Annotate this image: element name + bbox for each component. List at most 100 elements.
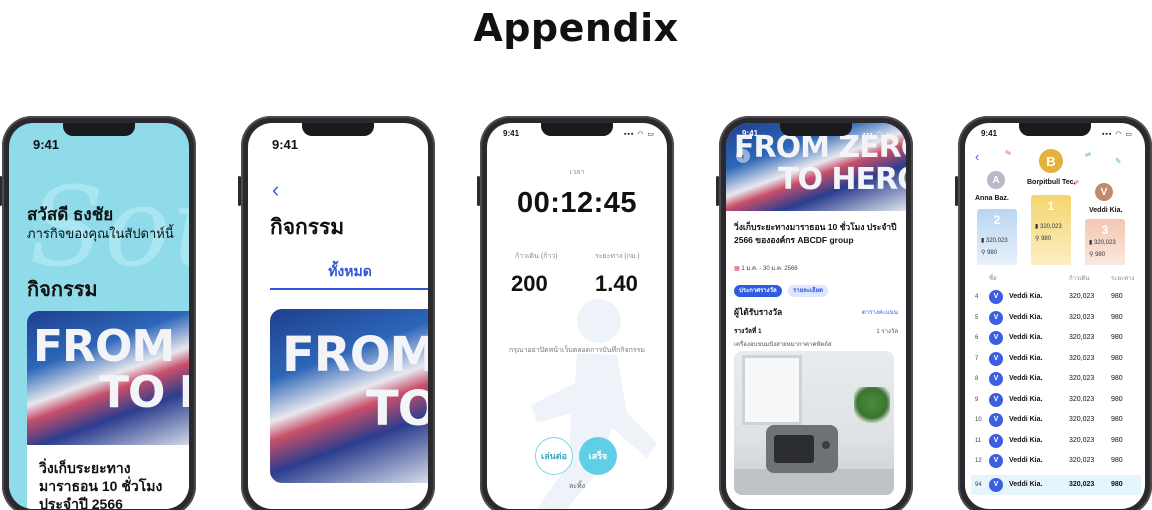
status-icons: ▪▪▪ ◠ ▭	[1101, 131, 1133, 138]
tracker-screen: 9:41 ▪▪▪ ◠ ▭ เวลา 00:12:45 ก้าวเดิน (ก้า…	[487, 123, 667, 509]
distance-value: 980	[1111, 395, 1123, 403]
avatar-rank-1[interactable]: B	[1037, 147, 1065, 175]
podium-score: ▮ 320,023	[1035, 223, 1062, 230]
avatar-rank-3[interactable]: V	[1093, 181, 1115, 203]
confetti-decoration	[1114, 157, 1122, 164]
steps-value: 320,023	[1069, 334, 1095, 341]
avatar: V	[989, 372, 1003, 386]
steps-value: 320,023	[1069, 480, 1095, 488]
distance-icon: ⚲	[1035, 236, 1040, 242]
podium-rank-3: 3 ▮ 320,023 ⚲ 980	[1085, 219, 1125, 265]
status-time: 9:41	[503, 129, 520, 138]
event-date: ▦ 1 ม.ค. - 30 ม.ค. 2566	[734, 263, 798, 273]
podium-distance: ⚲ 980	[1089, 251, 1105, 258]
notch	[63, 123, 135, 136]
column-header-distance: ระยะทาง	[1111, 276, 1135, 282]
section-title-activities: กิจกรรม	[27, 279, 98, 301]
steps-value: 320,023	[1069, 416, 1095, 423]
rank-number: 6	[975, 335, 979, 341]
leaderboard-link[interactable]: ตารางคะแนน	[862, 307, 898, 317]
banner-line1: FROM ZERO	[282, 327, 428, 383]
avatar: V	[989, 351, 1003, 366]
table-row-current-user[interactable]: 94 V Veddi Kia. 320,023 980	[971, 474, 1141, 495]
podium-distance-value: 980	[987, 250, 998, 256]
podium-score-value: 320,023	[985, 238, 1008, 244]
event-banner[interactable]: FROM ZERO TO HERO	[27, 311, 189, 447]
table-row[interactable]: 8 V Veddi Kia. 320,023 980	[971, 369, 1141, 390]
podium-score: ▮ 320,023	[981, 237, 1008, 244]
podium-score-value: 320,023	[1039, 224, 1062, 230]
distance-value: 980	[1111, 375, 1123, 382]
steps-value: 320,023	[1069, 375, 1095, 382]
rank-number: 11	[975, 437, 982, 444]
podium-distance: ⚲ 980	[981, 249, 997, 256]
leaderboard-list: 4 V Veddi Kia. 320,023 980 5 V Veddi Kia. 320,02…	[971, 287, 1141, 495]
tab-all[interactable]: ทั้งหมด	[270, 261, 428, 283]
discard-link[interactable]: ละทิ้ง	[487, 481, 667, 492]
avatar: V	[989, 290, 1003, 304]
podium-score-value: 320,023	[1093, 240, 1116, 246]
table-row[interactable]: 6 V Veddi Kia. 320,023 980	[971, 328, 1141, 349]
event-card-title: วิ่งเก็บระยะทางมาราธอน 10 ชั่วโมง ประจำป…	[39, 460, 163, 509]
event-card[interactable]: วิ่งเก็บระยะทางมาราธอน 10 ชั่วโมง ประจำป…	[27, 445, 189, 509]
back-chevron-icon[interactable]: ‹	[975, 149, 979, 164]
table-row[interactable]: 11 V Veddi Kia. 320,023 980	[971, 431, 1141, 452]
player-name: Veddi Kia.	[1009, 293, 1043, 300]
tab-details[interactable]: รายละเอียด	[788, 285, 829, 297]
status-time: 9:41	[33, 137, 60, 152]
table-row[interactable]: 10 V Veddi Kia. 320,023 980	[971, 410, 1141, 431]
timer-label: เวลา	[569, 169, 585, 176]
steps-label: ก้าวเดิน (ก้าว)	[515, 253, 558, 260]
tab-prize-announcement[interactable]: ประกาศรางวัล	[734, 285, 782, 297]
column-header-steps: ก้าวเดิน	[1069, 276, 1090, 282]
phone-activities: 9:41 ‹ กิจกรรม ทั้งหมด FROM ZERO TO HERO	[238, 116, 435, 510]
rank-number: 94	[975, 481, 982, 488]
distance-value: 980	[1111, 334, 1123, 341]
status-time: 9:41	[272, 137, 299, 152]
home-screen: 9:41 Soul สวัสดี ธงชัย ภารกิจของคุณในสัป…	[9, 123, 189, 509]
steps-value: 320,023	[1069, 313, 1095, 321]
activities-screen: 9:41 ‹ กิจกรรม ทั้งหมด FROM ZERO TO HERO	[248, 123, 428, 509]
table-row[interactable]: 7 V Veddi Kia. 320,023 980	[971, 349, 1141, 370]
avatar-rank-2[interactable]: A	[985, 169, 1007, 191]
banner-line1: FROM ZERO	[33, 321, 189, 372]
podium-name-rank-1: Borpitbull Tec.	[1027, 179, 1076, 186]
podium-distance: ⚲ 980	[1035, 235, 1051, 242]
timer-value: 00:12:45	[516, 187, 638, 219]
prize-description: เครื่องอบขนมปังสายหมากาคาคหัตถ์ส	[734, 342, 832, 348]
steps-value: 320,023	[1069, 457, 1095, 464]
runner-silhouette-icon	[531, 299, 657, 509]
notch	[1019, 123, 1091, 136]
back-chevron-icon[interactable]: ‹	[272, 177, 279, 203]
player-name: Veddi Kia.	[1009, 457, 1043, 464]
event-detail-screen: FROM ZERO TO HERO 9:41 ▪▪▪ ◠ ▭ ‹ วิ่งเก็…	[726, 123, 906, 509]
distance-value: 1.40	[595, 271, 638, 296]
player-name: Veddi Kia.	[1009, 436, 1043, 444]
winners-title: ผู้ได้รับรางวัล	[734, 307, 783, 317]
table-row[interactable]: 4 V Veddi Kia. 320,023 980	[971, 287, 1141, 308]
column-header-name: ชื่อ	[989, 276, 997, 282]
avatar: V	[989, 331, 1003, 345]
rank-number: 10	[975, 417, 982, 423]
finish-button[interactable]: เสร็จ	[579, 437, 617, 475]
steps-value: 320,023	[1069, 293, 1095, 300]
table-row[interactable]: 12 V Veddi Kia. 320,023 980	[971, 451, 1141, 472]
table-row[interactable]: 9 V Veddi Kia. 320,023 980	[971, 390, 1141, 411]
event-title: วิ่งเก็บระยะทางมาราธอน 10 ชั่วโมง ประจำป…	[734, 222, 897, 245]
toaster-graphic	[766, 425, 838, 473]
player-name: Veddi Kia.	[1009, 334, 1043, 341]
distance-value: 980	[1111, 436, 1123, 444]
table-row[interactable]: 5 V Veddi Kia. 320,023 980	[971, 308, 1141, 329]
window-graphic	[742, 355, 802, 425]
status-icons: ▪▪▪ ◠ ▭	[862, 131, 894, 138]
back-chevron-icon[interactable]: ‹	[736, 149, 750, 163]
player-name: Veddi Kia.	[1009, 313, 1043, 321]
podium-rank-number: 2	[993, 213, 1001, 227]
leaderboard-screen: 9:41 ▪▪▪ ◠ ▭ ‹ A Anna Baz. 2 ▮ 320,023 ⚲…	[965, 123, 1145, 509]
resume-button[interactable]: เล่นต่อ	[535, 437, 573, 475]
steps-value: 320,023	[1069, 395, 1095, 403]
event-banner[interactable]: FROM ZERO TO HERO	[270, 309, 428, 483]
player-name: Veddi Kia.	[1009, 395, 1043, 403]
banner-line2: TO HERO	[778, 162, 906, 197]
avatar: V	[989, 477, 1003, 492]
